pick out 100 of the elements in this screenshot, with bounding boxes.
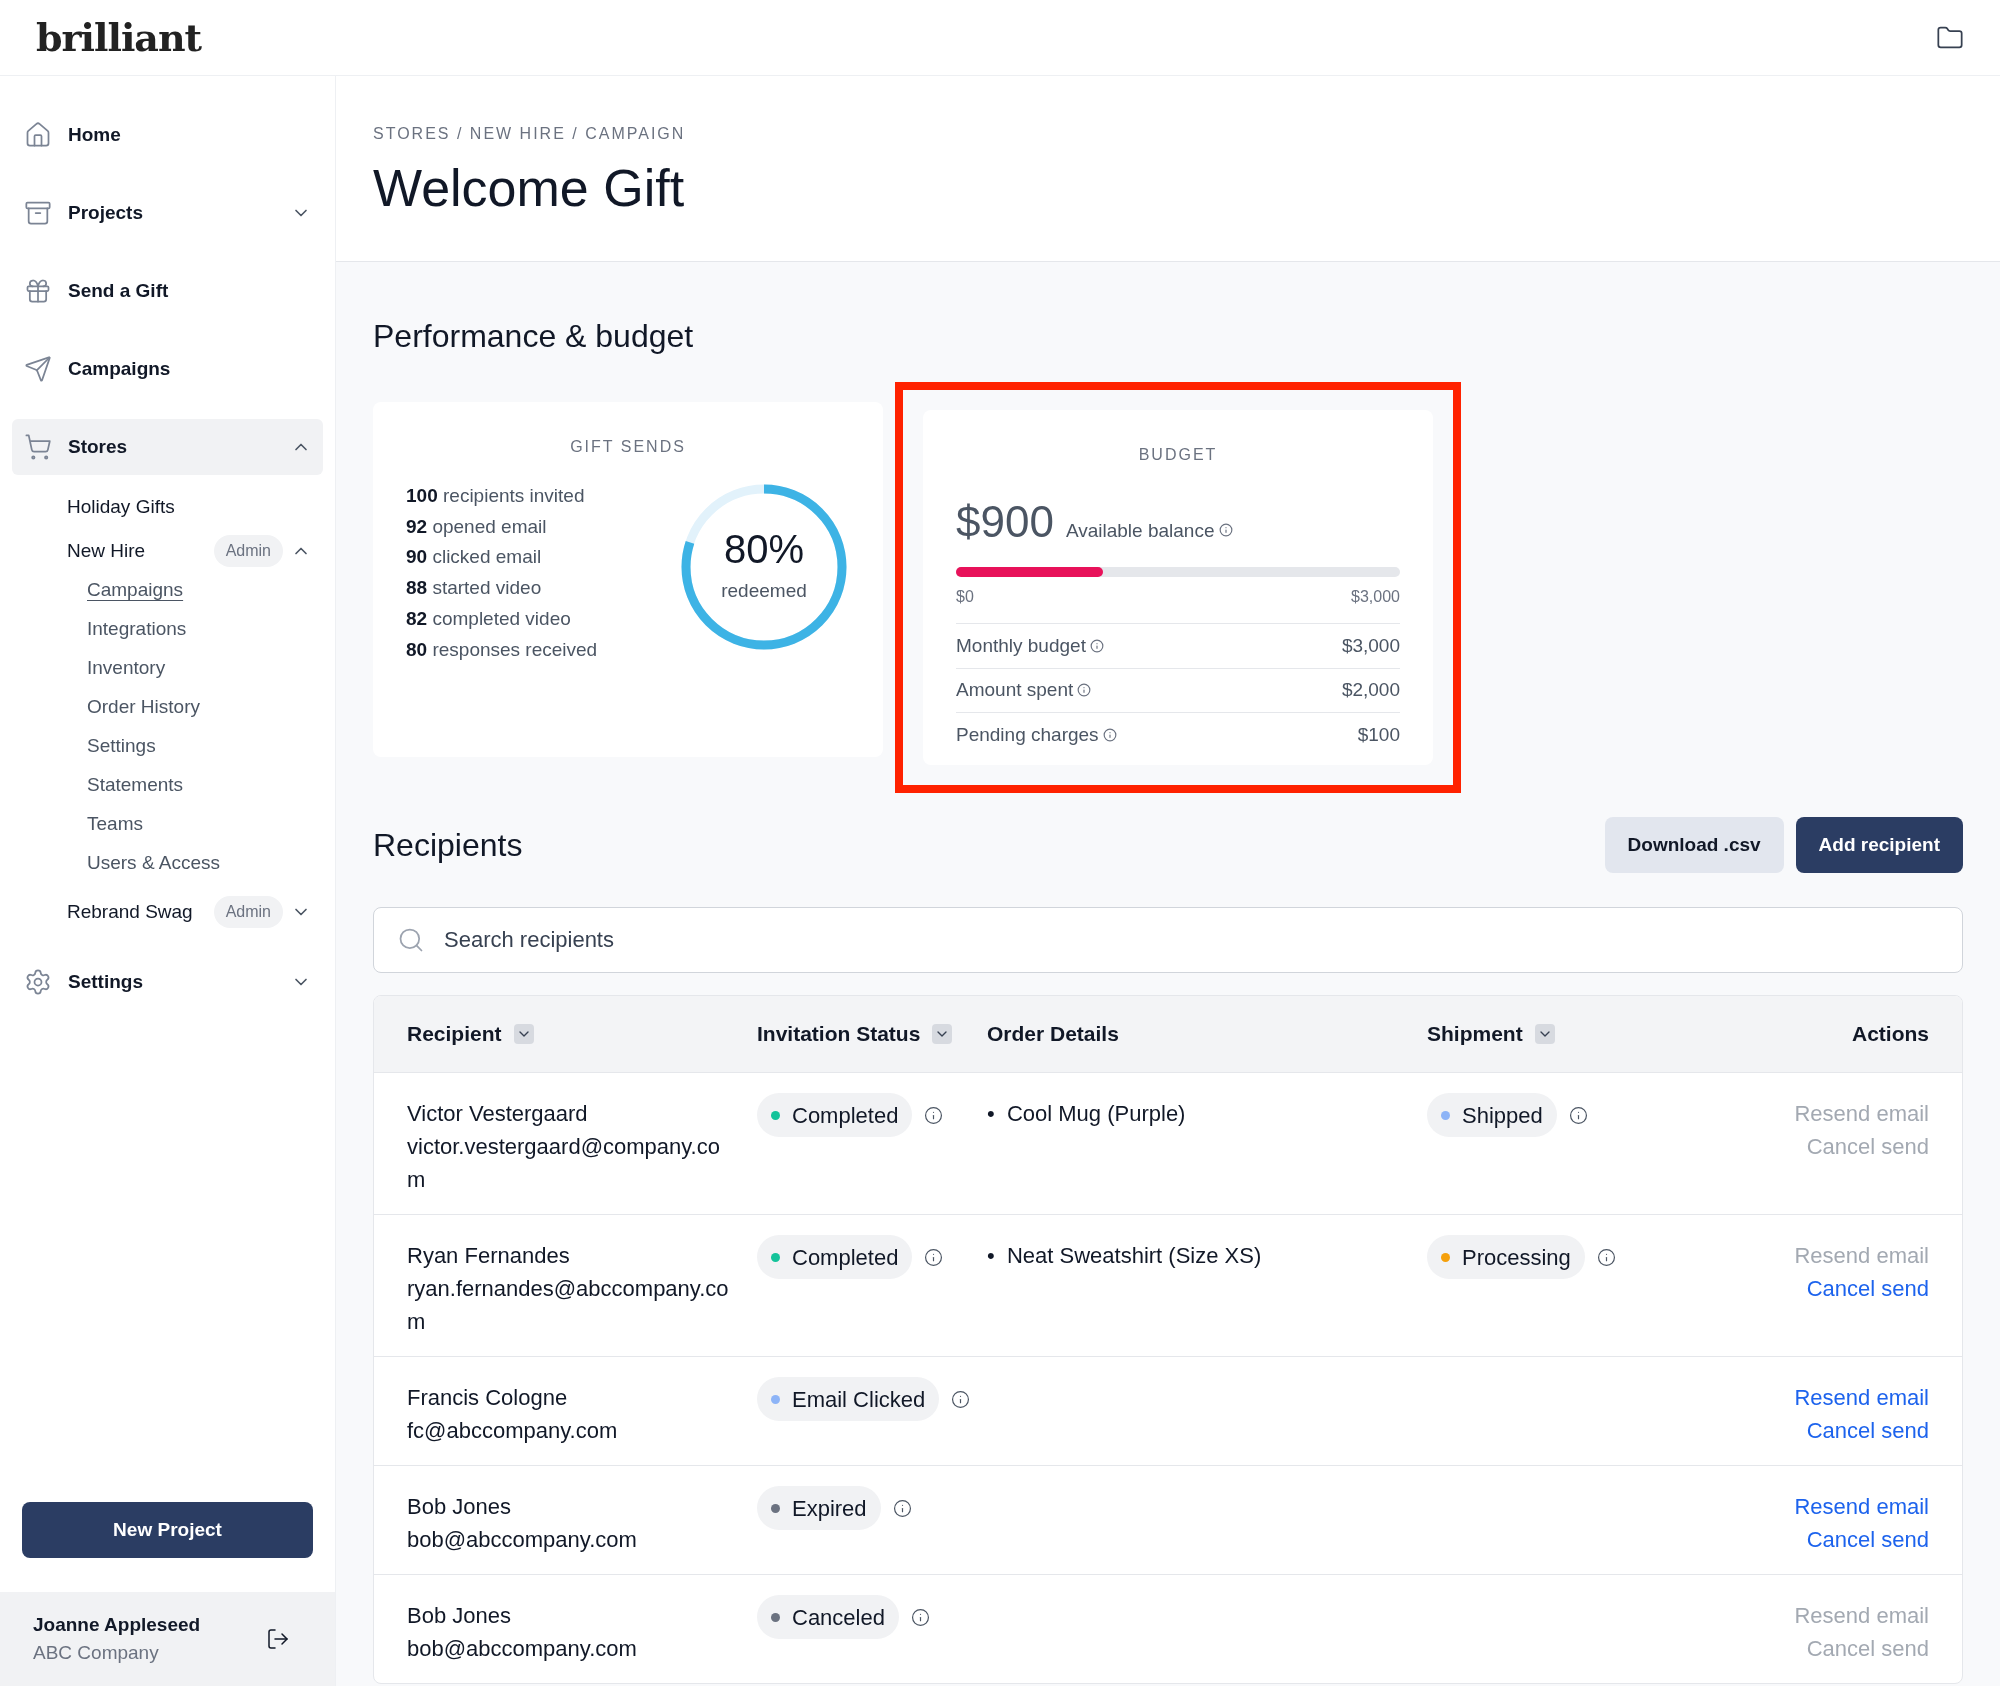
nav-item[interactable]: Settings [12,954,323,1010]
column-header: Actions [1852,1021,1929,1048]
info-icon[interactable] [1218,523,1233,537]
nav-link[interactable]: Integrations [87,615,187,643]
status-pill: Processing [1427,1235,1585,1279]
recipient-email: ryan.fernandes@abccompany.com [407,1275,730,1336]
nav-item[interactable]: Home [12,107,323,163]
balance-label: Available balance [1065,519,1215,543]
info-icon[interactable] [1568,1105,1588,1125]
budget-value: $2,000 [1341,678,1400,702]
status-pill: Completed [757,1093,913,1137]
settings-icon [24,968,52,996]
nav-link[interactable]: Settings [87,732,156,760]
nav-link[interactable]: Campaigns [87,576,184,604]
sort-button[interactable] [513,1024,534,1044]
order-item: • Neat Sweatshirt (Size XS) [987,1242,1263,1270]
gift-icon [24,277,52,305]
status-pill: Expired [757,1486,881,1530]
nav-subitem[interactable]: New Hire [67,536,214,566]
budget-label: Pending charges [956,722,1099,747]
role-badge: Admin [213,896,283,928]
recipient-email: bob@abccompany.com [407,1635,638,1663]
nav-link[interactable]: Statements [87,771,184,799]
sort-button[interactable] [1534,1024,1555,1044]
cart-icon [24,433,52,461]
nav-link[interactable]: Teams [87,810,143,838]
stat-line: 100 recipients invited [406,484,586,508]
balance-amount: $900 [956,496,1054,548]
stat-line: 80 responses received [406,637,599,662]
recipient-email: victor.vestergaard@company.com [407,1133,721,1194]
nav-subitem[interactable]: Rebrand Swag [67,897,214,927]
nav-link[interactable]: Users & Access [87,849,221,877]
info-icon[interactable] [951,1389,971,1409]
nav-item[interactable]: Projects [12,185,323,241]
paper-plane-icon [24,355,52,383]
role-badge: Admin [213,535,283,567]
column-header: Shipment [1427,1021,1523,1048]
budget-value: $3,000 [1341,633,1400,658]
budget-label: Monthly budget [956,633,1086,658]
recipient-email: fc@abccompany.com [407,1417,619,1445]
card-title: GIFT SENDS [570,437,686,457]
order-item: • Cool Mug (Purple) [987,1100,1187,1128]
status-pill: Email Clicked [757,1377,940,1421]
recipient-name: Ryan Fernandes [407,1242,571,1270]
action-link[interactable]: Cancel send [1806,1272,1929,1305]
info-icon[interactable] [1077,683,1092,698]
column-header: Order Details [987,1021,1119,1048]
action-link[interactable]: Resend email [1794,1381,1929,1414]
scale-max: $3,000 [1351,587,1400,607]
search-field[interactable]: Search recipients [373,907,1963,973]
scale-min: $0 [956,587,974,607]
nav-link[interactable]: Inventory [87,654,166,682]
stat-line: 82 completed video [406,606,572,631]
budget-value: $100 [1357,722,1400,747]
nav-item[interactable]: Campaigns [12,341,323,397]
section-heading: Recipients [373,826,524,865]
user-name: Joanne Appleseed [33,1612,202,1637]
nav-item[interactable]: Stores [12,419,323,475]
nav-item[interactable]: Send a Gift [12,263,323,319]
budget-label: Amount spent [956,678,1074,702]
info-icon[interactable] [1596,1247,1616,1267]
stat-line: 88 started video [406,576,543,601]
info-icon[interactable] [924,1247,944,1267]
recipient-name: Victor Vestergaard [407,1100,589,1128]
archive-box-icon [24,199,52,227]
card-title: BUDGET [1138,445,1218,465]
download-button[interactable]: Download .csv [1604,817,1784,873]
recipient-name: Bob Jones [407,1602,512,1630]
nav-subitem[interactable]: Holiday Gifts [67,492,311,522]
info-icon[interactable] [1102,727,1117,742]
page-title: Welcome Gift [373,158,686,219]
status-pill: Shipped [1427,1093,1557,1137]
action-link[interactable]: Cancel send [1806,1414,1929,1447]
redeemed-percent: 80% [723,528,805,569]
action-link[interactable]: Resend email [1794,1490,1929,1523]
info-icon[interactable] [1089,638,1104,653]
info-icon[interactable] [910,1607,930,1627]
new-project-button[interactable]: New Project [22,1502,313,1558]
redeemed-caption: redeemed [721,578,807,603]
column-header: Invitation Status [757,1021,921,1048]
status-pill: Completed [757,1235,913,1279]
status-pill: Canceled [757,1595,899,1639]
recipient-name: Bob Jones [407,1493,512,1521]
info-icon[interactable] [924,1105,944,1125]
logout-icon[interactable] [266,1627,290,1651]
recipient-email: bob@abccompany.com [407,1526,638,1554]
info-icon[interactable] [892,1498,912,1518]
home-icon [24,121,52,149]
recipient-name: Francis Cologne [407,1384,569,1412]
sort-button[interactable] [932,1024,953,1044]
breadcrumb: STORES / NEW HIRE / CAMPAIGN [373,125,686,142]
search-icon [397,926,425,954]
column-header: Recipient [407,1021,502,1048]
stat-line: 92 opened email [406,514,548,539]
stat-line: 90 clicked email [406,545,543,570]
nav-link[interactable]: Order History [87,693,200,721]
company-name: ABC Company [33,1641,160,1665]
add-recipient-button[interactable]: Add recipient [1795,817,1963,873]
action-link[interactable]: Cancel send [1806,1523,1929,1556]
section-heading: Performance & budget [373,317,695,356]
